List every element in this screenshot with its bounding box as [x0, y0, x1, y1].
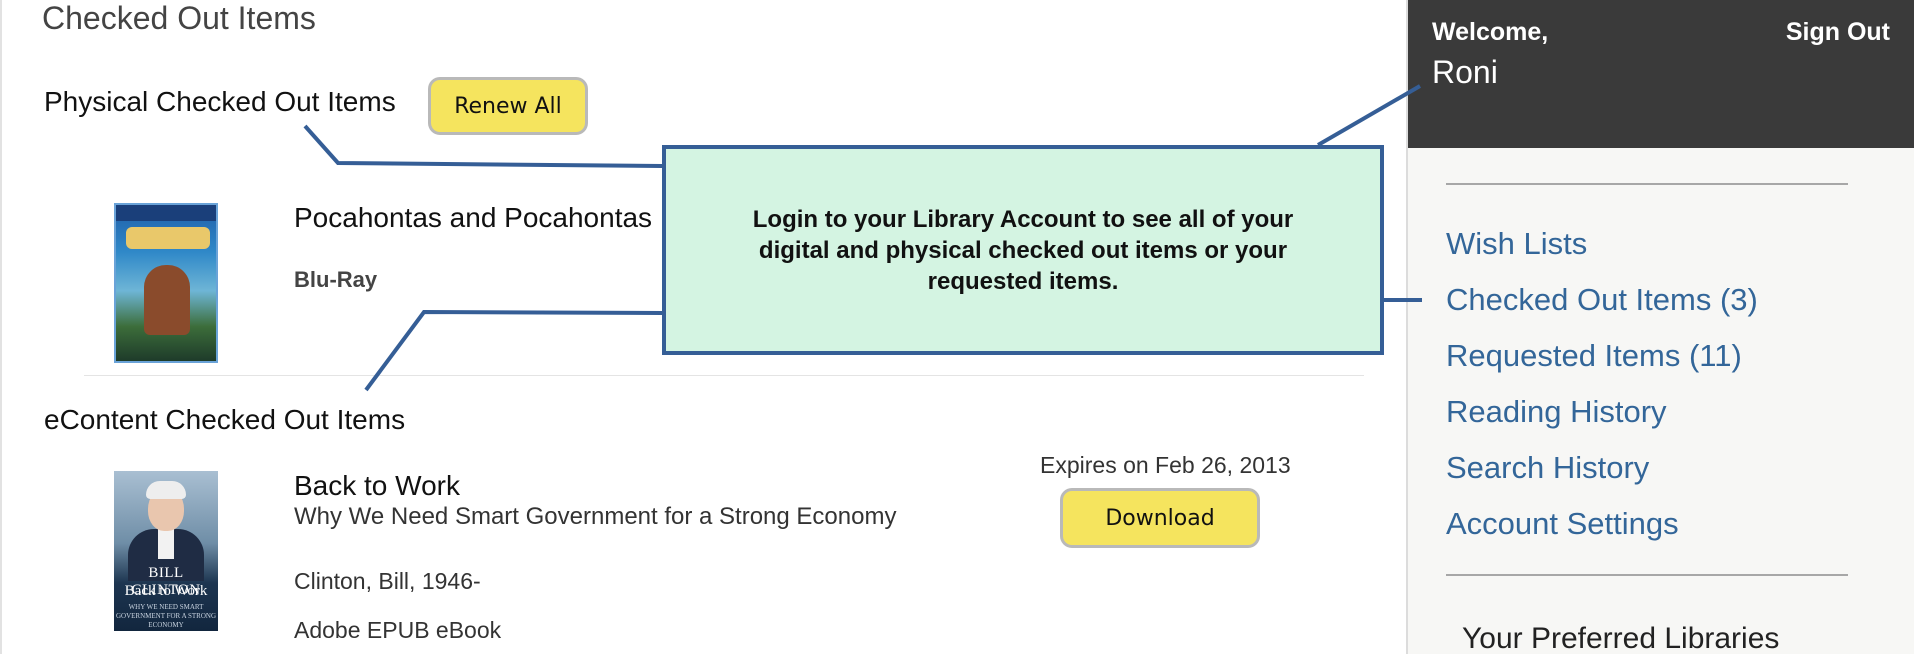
login-callout-box: Login to your Library Account to see all… [662, 145, 1384, 355]
expiration-date: Expires on Feb 26, 2013 [1040, 452, 1291, 478]
cover-title-text: Back to Work [124, 583, 208, 599]
physical-items-heading: Physical Checked Out Items [44, 86, 396, 117]
sidebar-link-reading-history[interactable]: Reading History [1446, 394, 1667, 430]
sidebar-link-account-settings[interactable]: Account Settings [1446, 506, 1679, 542]
book-cover-image[interactable]: BILL CLINTON Back to Work WHY WE NEED SM… [114, 471, 218, 631]
welcome-panel: Welcome, Roni Sign Out [1408, 0, 1914, 148]
physical-item-format: Blu-Ray [294, 267, 378, 292]
econtent-items-heading: eContent Checked Out Items [44, 404, 406, 435]
cover-subtitle-text: WHY WE NEED SMART GOVERNMENT FOR A STRON… [115, 603, 217, 629]
econtent-item-format: Adobe EPUB eBook [294, 617, 502, 643]
sidebar-link-requested-items[interactable]: Requested Items (11) [1446, 338, 1742, 374]
econtent-item-subtitle: Why We Need Smart Government for a Stron… [294, 503, 897, 530]
sign-out-link[interactable]: Sign Out [1786, 18, 1890, 47]
econtent-item-author: Clinton, Bill, 1946- [294, 568, 481, 594]
renew-all-button[interactable]: Renew All [428, 77, 588, 135]
sidebar-link-checked-out-items[interactable]: Checked Out Items (3) [1446, 282, 1758, 318]
page-title: Checked Out Items [42, 0, 316, 36]
cover-band [116, 205, 216, 221]
sidebar-divider-top [1446, 183, 1848, 185]
cover-figure [144, 265, 190, 335]
username: Roni [1432, 54, 1498, 90]
econtent-item-title[interactable]: Back to Work [294, 470, 460, 502]
sidebar-link-search-history[interactable]: Search History [1446, 450, 1649, 486]
sidebar-link-wish-lists[interactable]: Wish Lists [1446, 226, 1587, 262]
sidebar-divider-bottom [1446, 574, 1848, 576]
cover-hair [146, 481, 186, 499]
physical-item-title[interactable]: Pocahontas and Pocahontas [294, 202, 652, 234]
callout-text: Login to your Library Account to see all… [752, 205, 1294, 295]
section-divider [84, 375, 1364, 376]
cover-shirt [158, 529, 174, 559]
download-button[interactable]: Download [1060, 488, 1260, 548]
blu-ray-cover-image[interactable] [114, 203, 218, 363]
cover-title-plate [126, 227, 210, 249]
preferred-libraries-heading: Your Preferred Libraries [1462, 622, 1780, 655]
account-sidebar: Welcome, Roni Sign Out Wish Lists Checke… [1406, 0, 1914, 655]
welcome-label: Welcome, [1432, 18, 1549, 46]
